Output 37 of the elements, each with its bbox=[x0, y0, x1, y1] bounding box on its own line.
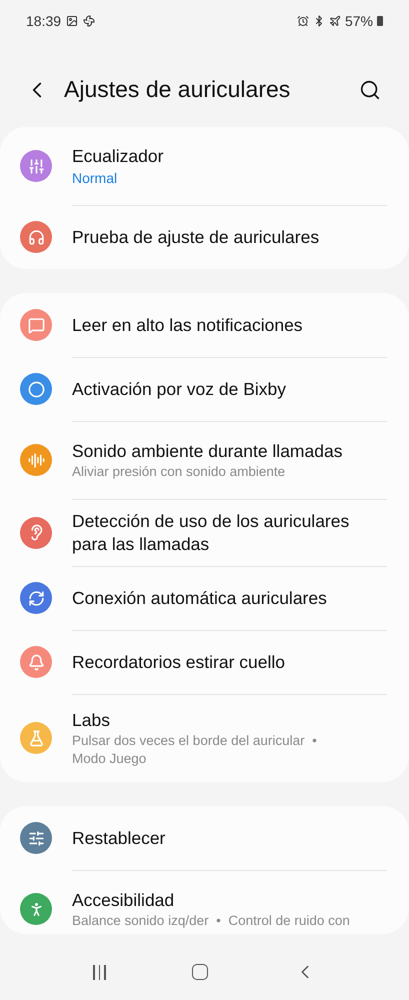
item-title: Restablecer bbox=[72, 826, 166, 850]
page-title: Ajustes de auriculares bbox=[64, 75, 292, 104]
item-title: Leer en alto las notificaciones bbox=[72, 314, 304, 336]
item-title: Detección de uso de los auriculares para las llamadas bbox=[72, 510, 350, 556]
item-title: Ecualizador bbox=[72, 144, 164, 168]
battery-icon bbox=[377, 16, 383, 26]
item-title: Conexión automática auriculares bbox=[72, 587, 328, 610]
settings-item[interactable]: Recordatorios estirar cuello bbox=[72, 630, 387, 694]
settings-item[interactable]: Conexión automática auriculares bbox=[72, 566, 387, 630]
home-button[interactable] bbox=[192, 964, 208, 980]
fan-icon bbox=[83, 15, 96, 27]
settings-item[interactable]: Prueba de ajuste de auriculares bbox=[72, 205, 387, 269]
settings-item[interactable]: Activación por voz de Bixby bbox=[72, 357, 387, 421]
alarm-icon bbox=[296, 15, 309, 27]
settings-item[interactable]: Ecualizador Normal bbox=[72, 127, 387, 205]
item-subtitle: Pulsar dos veces el borde del auricular • Modo Juego bbox=[72, 732, 318, 768]
item-title: Sonido ambiente durante llamadas bbox=[72, 440, 344, 463]
item-title: Recordatorios estirar cuello bbox=[72, 651, 286, 674]
settings-item[interactable]: Sonido ambiente durante llamadas Aliviar presión con sonido ambiente bbox=[72, 421, 387, 499]
item-title: Activación por voz de Bixby bbox=[72, 378, 287, 401]
search-icon bbox=[359, 78, 381, 100]
item-subtitle: Balance sonido izq/der • Control de ruido con bbox=[72, 912, 351, 930]
airplane-icon bbox=[328, 15, 341, 27]
item-value: Normal bbox=[72, 168, 118, 188]
item-title: Labs bbox=[72, 709, 111, 732]
search-button[interactable] bbox=[359, 78, 381, 100]
status-time: 18:39 bbox=[26, 12, 62, 30]
item-title: Accesibilidad bbox=[72, 889, 176, 912]
settings-item[interactable]: Leer en alto las notificaciones bbox=[72, 293, 387, 357]
settings-item[interactable]: Labs Pulsar dos veces el borde del auricular • Modo Juego bbox=[72, 694, 387, 782]
settings-item[interactable]: Restablecer bbox=[72, 806, 387, 870]
settings-item[interactable]: Detección de uso de los auriculares para las llamadas bbox=[72, 499, 387, 566]
item-title: Prueba de ajuste de auriculares bbox=[72, 226, 320, 249]
recent-apps-button[interactable] bbox=[93, 964, 106, 980]
gallery-icon bbox=[66, 15, 78, 27]
item-subtitle: Aliviar presión con sonido ambiente bbox=[72, 463, 286, 481]
battery-level: 57% bbox=[344, 12, 373, 30]
